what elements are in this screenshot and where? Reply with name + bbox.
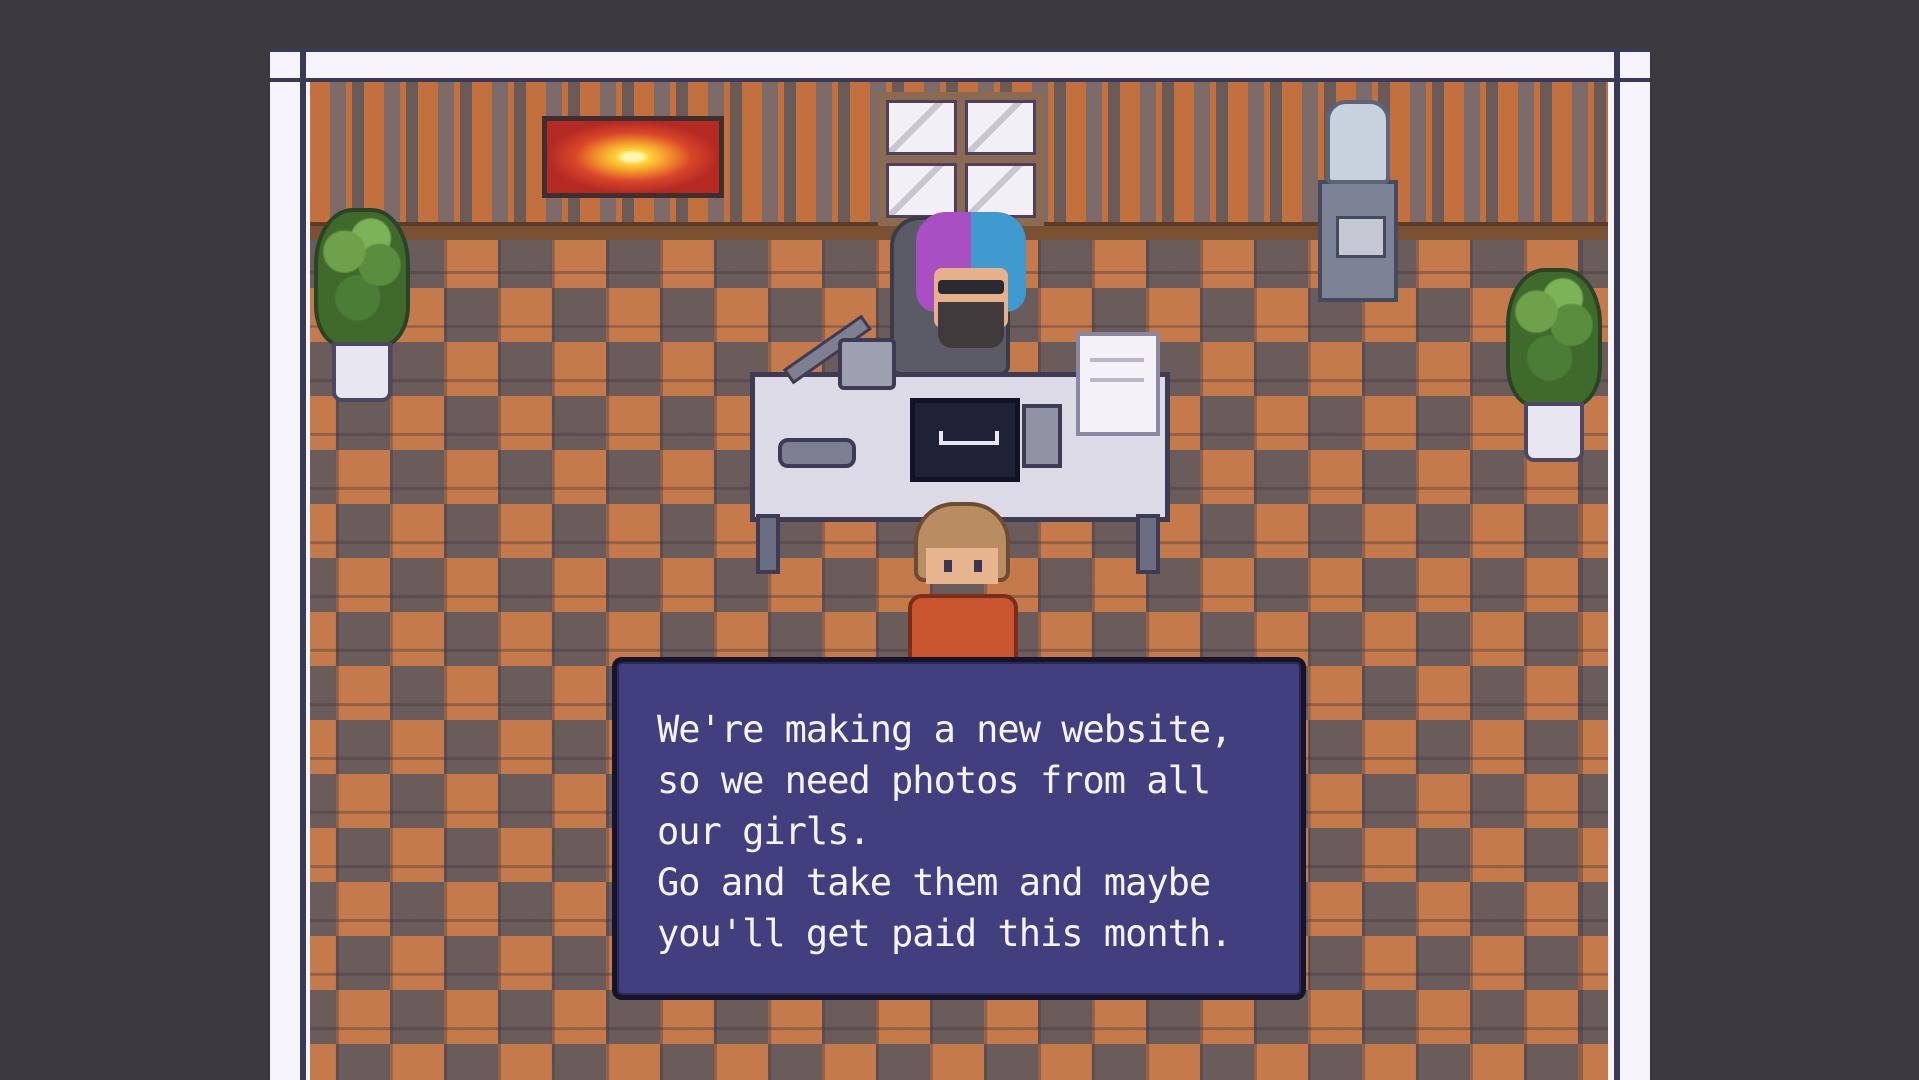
player-character xyxy=(908,502,1018,662)
window-icon xyxy=(878,92,1044,226)
desk-leg xyxy=(756,514,780,574)
painting-icon xyxy=(542,116,724,198)
dialog-line: We're making a new website, xyxy=(657,708,1232,751)
dialog-line: you'll get paid this month. xyxy=(657,912,1232,955)
keypad-icon xyxy=(1022,404,1062,468)
plant-right-icon xyxy=(1506,268,1602,468)
desk-lamp-icon xyxy=(758,314,896,468)
dialog-line: Go and take them and maybe xyxy=(657,861,1211,904)
desk-leg xyxy=(1136,514,1160,574)
dialog-line: so we need photos from all xyxy=(657,759,1211,802)
dialog-line: our girls. xyxy=(657,810,871,853)
laptop-icon xyxy=(910,398,1020,482)
boss-character[interactable] xyxy=(916,212,1026,362)
plant-left-icon xyxy=(314,208,410,408)
dialog-box[interactable]: We're making a new website, so we need p… xyxy=(612,657,1306,1000)
papers-icon xyxy=(1076,332,1160,436)
water-cooler-icon xyxy=(1318,100,1398,302)
